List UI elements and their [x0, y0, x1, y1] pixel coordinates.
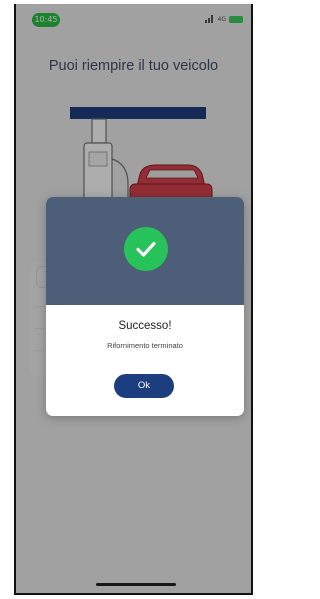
phone-screen: 10:45 4G Puoi riempire il tuo veicolo Su…: [14, 4, 253, 595]
check-circle-icon: [124, 227, 168, 271]
ok-button[interactable]: Ok: [114, 374, 174, 398]
dialog-message: Rifornimento terminato: [107, 341, 183, 350]
success-dialog: Successo! Rifornimento terminato Ok: [46, 197, 244, 416]
dialog-header: [46, 197, 244, 305]
dialog-title: Successo!: [118, 320, 172, 332]
